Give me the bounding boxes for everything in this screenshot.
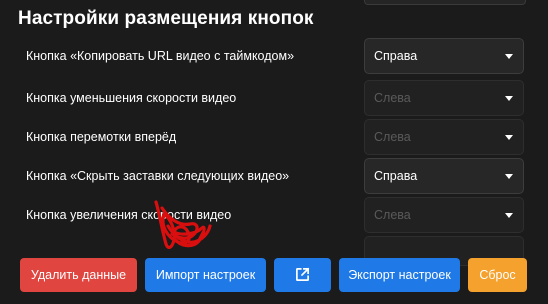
- external-link-icon: [296, 267, 310, 281]
- select-value: Слева: [374, 208, 411, 222]
- delete-data-button[interactable]: Удалить данные: [20, 258, 137, 292]
- chevron-down-icon: [505, 96, 513, 101]
- chevron-down-icon: [505, 213, 513, 218]
- open-in-new-tab-button[interactable]: [274, 258, 331, 292]
- chevron-down-icon: [505, 54, 513, 59]
- position-select[interactable]: Слева: [364, 197, 524, 233]
- section-title: Настройки размещения кнопок: [18, 8, 314, 29]
- setting-label: Кнопка «Копировать URL видео с таймкодом…: [26, 49, 295, 63]
- position-select[interactable]: Слева: [364, 119, 524, 155]
- setting-row-speed-up: Кнопка увеличения скорости видео Слева: [0, 197, 548, 235]
- settings-panel: Настройки размещения кнопок Кнопка «Копи…: [0, 0, 548, 304]
- setting-label: Кнопка уменьшения скорости видео: [26, 91, 237, 105]
- position-select[interactable]: Справа: [364, 38, 524, 74]
- position-select[interactable]: Справа: [364, 158, 524, 194]
- setting-label: Кнопка перемотки вперёд: [26, 130, 177, 144]
- setting-label: Кнопка увеличения скорости видео: [26, 208, 232, 222]
- select-value: Справа: [374, 169, 418, 183]
- select-value: Слева: [374, 130, 411, 144]
- chevron-down-icon: [505, 174, 513, 179]
- setting-label: Кнопка «Скрыть заставки следующих видео»: [26, 169, 290, 183]
- export-settings-button[interactable]: Экспорт настроек: [339, 258, 460, 292]
- chevron-down-icon: [505, 135, 513, 140]
- previous-select-bottom-edge: [364, 0, 526, 5]
- setting-row-seek-forward: Кнопка перемотки вперёд Слева: [0, 119, 548, 157]
- import-settings-button[interactable]: Импорт настроек: [145, 258, 266, 292]
- select-value: Слева: [374, 91, 411, 105]
- position-select[interactable]: Слева: [364, 80, 524, 116]
- setting-row-hide-endscreens: Кнопка «Скрыть заставки следующих видео»…: [0, 158, 548, 196]
- setting-row-speed-down: Кнопка уменьшения скорости видео Слева: [0, 80, 548, 118]
- setting-row-copy-url: Кнопка «Копировать URL видео с таймкодом…: [0, 38, 548, 76]
- select-value: Справа: [374, 49, 418, 63]
- reset-button[interactable]: Сброс: [468, 258, 527, 292]
